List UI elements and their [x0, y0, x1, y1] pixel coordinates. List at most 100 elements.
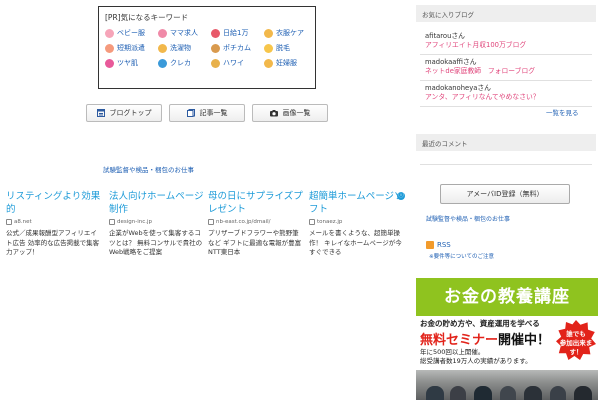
favorites-more-link[interactable]: 一覧を見る [546, 107, 579, 117]
ad-url: tonaez.jp [309, 219, 405, 225]
keyword-link[interactable]: ハワイ [211, 58, 264, 68]
ad-title[interactable]: リスティングより効果的 [6, 191, 102, 216]
keyword-label: ポチカム [223, 44, 251, 52]
keyword-link[interactable]: クレカ [158, 58, 211, 68]
banner-note-line2: 総受講者数19万人の実績があります。 [420, 357, 532, 365]
keyword-label: 短期派遣 [117, 44, 145, 52]
keyword-label: 衣服ケア [276, 29, 304, 37]
sidebar-supervision-job-link[interactable]: 試験監督や検品・梱包のお仕事 [426, 214, 510, 223]
banner-star-badge: 誰でも 参加出来ます！ [556, 320, 596, 360]
keyword-box: [PR]気になるキーワード ベビー服 ママ求人 日給1万 衣服ケア短期派遣 洗濯物 ポチカ… [98, 6, 316, 89]
ad-item[interactable]: 母の日にサプライズプレゼント nb-east.co.jp/dmail/ プリザー… [208, 191, 304, 258]
bag-icon [211, 28, 220, 38]
card-icon [158, 58, 167, 68]
blog-top-button[interactable]: ブログトップ [86, 104, 162, 122]
seminar-photo [416, 370, 598, 400]
keyword-label: クレカ [170, 59, 191, 67]
ad-url: design-inc.jp [109, 219, 205, 225]
ad-description: 公式／成果報酬型アフィリエイト広告 効率的な広告掲載で集客力アップ！ [6, 229, 100, 256]
banner-headline-red: 無料セミナー [420, 333, 499, 348]
favorites-heading: お気に入りブログ [416, 5, 596, 22]
keyword-label: 洗濯物 [170, 44, 191, 52]
keyword-link[interactable]: 日給1万 [211, 28, 264, 38]
site-icon [309, 219, 315, 225]
keyword-link[interactable]: 短期派遣 [105, 43, 158, 53]
ad-url-text: a8.net [14, 219, 32, 225]
ad-item[interactable]: 超簡単ホームページソフト tonaez.jp メールを書くような、超簡単操作！ … [309, 191, 405, 258]
rss-label: RSS [437, 241, 451, 249]
rss-note-link[interactable]: ※要件等についてのご注意 [429, 252, 494, 260]
ad-url: a8.net [6, 219, 102, 225]
ameba-register-button[interactable]: アメーバID登録（無料） [440, 184, 570, 204]
star-line1: 誰でも [566, 330, 586, 338]
articles-label: 記事一覧 [199, 109, 228, 117]
mom-icon [158, 28, 167, 38]
keyword-link[interactable]: ツヤ肌 [105, 58, 158, 68]
keyword-label: ママ求人 [170, 29, 198, 37]
maternity-icon [264, 58, 273, 68]
favorite-blog-link[interactable]: ネットde家庭教師 フォローブログ [425, 67, 592, 76]
keyword-label: 脱毛 [276, 44, 290, 52]
favorites-list: afitarouさん アフィリエイト月収100万ブログ madokaaffiさん… [420, 29, 592, 107]
banner-headline-rest: 開催中！ [498, 333, 551, 348]
site-icon [109, 219, 115, 225]
images-list-button[interactable]: 画像一覧 [252, 104, 328, 122]
images-label: 画像一覧 [282, 109, 311, 117]
ad-url: nb-east.co.jp/dmail/ [208, 219, 304, 225]
money-seminar-banner[interactable]: お金の教養講座 お金の貯め方や、資産運用を学べる 無料セミナー開催中！ 年に50… [416, 278, 598, 400]
site-icon [208, 219, 214, 225]
keyword-link[interactable]: 妊婦服 [264, 58, 317, 68]
keyword-label: ベビー服 [117, 29, 145, 37]
ad-url-text: design-inc.jp [117, 219, 153, 225]
person-icon [105, 43, 114, 53]
ad-block: リスティングより効果的 a8.net 公式／成果報酬型アフィリエイト広告 効率的… [6, 191, 406, 271]
favorite-user: afitarouさん [425, 32, 465, 40]
keyword-link[interactable]: ベビー服 [105, 28, 158, 38]
keyword-label: 妊婦服 [276, 59, 297, 67]
star-line2: 参加出来ます！ [559, 339, 593, 356]
favorite-blog-link[interactable]: アンタ、アフィリなんてやめなさい？ [425, 93, 592, 102]
favorite-user: madokaaffiさん [425, 58, 477, 66]
list-item: afitarouさん アフィリエイト月収100万ブログ [420, 29, 592, 55]
rainbow-icon [211, 58, 220, 68]
keyword-link[interactable]: 脱毛 [264, 43, 317, 53]
baby-icon [105, 28, 114, 38]
shirt-icon [264, 28, 273, 38]
ad-title[interactable]: 母の日にサプライズプレゼント [208, 191, 304, 216]
banner-note: 年に500回以上開催。 総受講者数19万人の実績があります。 [420, 348, 532, 366]
ad-url-text: nb-east.co.jp/dmail/ [216, 219, 271, 225]
keyword-link[interactable]: ママ求人 [158, 28, 211, 38]
blog-top-label: ブログトップ [109, 109, 152, 117]
keyword-label: ツヤ肌 [117, 59, 138, 67]
site-icon [6, 219, 12, 225]
keyword-link[interactable]: 洗濯物 [158, 43, 211, 53]
ad-url-text: tonaez.jp [317, 219, 343, 225]
ad-description: 企業がWebを使って集客するコツとは？ 無料コンサルで貴社のWeb戦略をご提案 [109, 229, 203, 256]
heart-icon [105, 58, 114, 68]
list-item: madokaaffiさん ネットde家庭教師 フォローブログ [420, 55, 592, 81]
keyword-box-title: [PR]気になるキーワード [105, 13, 189, 22]
ad-description: プリザーブドフラワーや熊野筆など ギフトに最適な電報が豊富 NTT東日本 [208, 229, 302, 256]
recent-comments-area [420, 153, 592, 165]
ad-item[interactable]: 法人向けホームページ制作 design-inc.jp 企業がWebを使って集客す… [109, 191, 205, 258]
dog-icon [211, 43, 220, 53]
favorite-blog-link[interactable]: アフィリエイト月収100万ブログ [425, 41, 592, 50]
keyword-grid: ベビー服 ママ求人 日給1万 衣服ケア短期派遣 洗濯物 ポチカム 脱毛ツヤ肌 クレカ ハワイ 妊婦… [105, 28, 309, 68]
articles-icon [186, 109, 195, 117]
keyword-link[interactable]: 衣服ケア [264, 28, 317, 38]
camera-icon [269, 109, 278, 117]
rss-icon [426, 241, 434, 249]
keyword-label: ハワイ [223, 59, 244, 67]
ad-info-icon[interactable]: ⓘ [397, 192, 405, 200]
ad-title[interactable]: 法人向けホームページ制作 [109, 191, 205, 216]
articles-list-button[interactable]: 記事一覧 [169, 104, 245, 122]
blog-top-icon [96, 109, 105, 117]
banner-subtitle: お金の貯め方や、資産運用を学べる [420, 319, 540, 328]
ad-title[interactable]: 超簡単ホームページソフト [309, 191, 405, 216]
blog-page: [PR]気になるキーワード ベビー服 ママ求人 日給1万 衣服ケア短期派遣 洗濯物 ポチカ… [0, 0, 600, 400]
favorite-user: madokanoheyaさん [425, 84, 491, 92]
rss-link[interactable]: RSS [426, 241, 451, 249]
supervision-job-link[interactable]: 試験監督や検品・梱包のお仕事 [103, 164, 194, 174]
ad-item[interactable]: リスティングより効果的 a8.net 公式／成果報酬型アフィリエイト広告 効率的… [6, 191, 102, 258]
keyword-link[interactable]: ポチカム [211, 43, 264, 53]
